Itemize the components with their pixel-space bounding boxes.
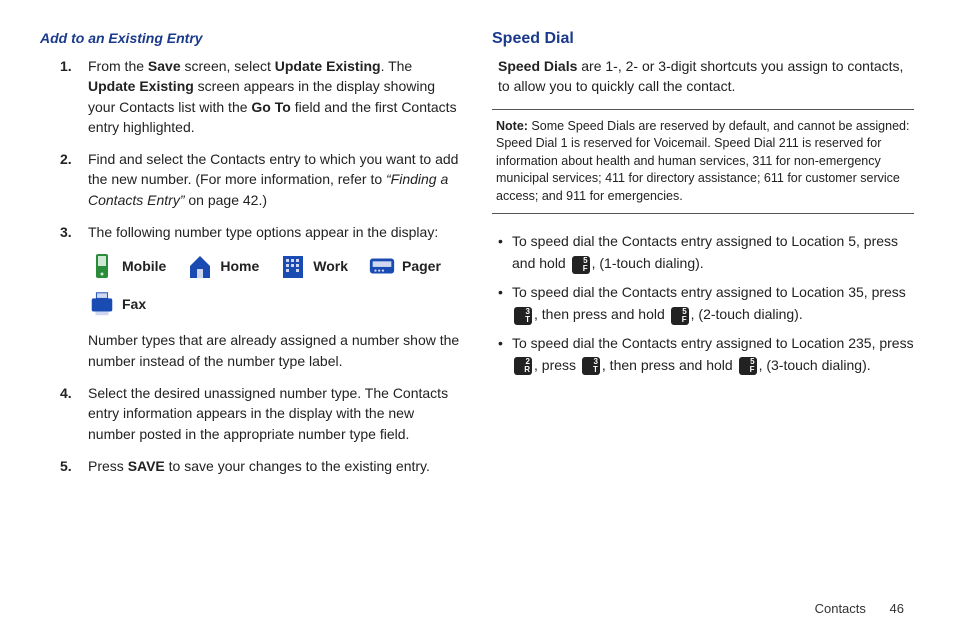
step-number: 3. [60, 222, 72, 242]
mobile-icon [88, 252, 116, 280]
phone-key-icon [514, 307, 532, 325]
footer-page-number: 46 [890, 601, 904, 616]
footer-section: Contacts [815, 601, 866, 616]
step-number: 5. [60, 456, 72, 476]
pager-icon [368, 252, 396, 280]
phone-key-icon [572, 256, 590, 274]
icon-label: Home [220, 256, 259, 276]
bullet-item: To speed dial the Contacts entry assigne… [498, 332, 914, 377]
step-number: 2. [60, 149, 72, 169]
icon-label: Mobile [122, 256, 166, 276]
speed-dial-bullets: To speed dial the Contacts entry assigne… [492, 230, 914, 376]
step-item: 2. Find and select the Contacts entry to … [60, 149, 462, 210]
icon-item: Home [186, 252, 259, 280]
step-text: The following number type options appear… [88, 224, 438, 240]
step-item: 1. From the Save screen, select Update Ex… [60, 56, 462, 137]
icon-label: Work [313, 256, 348, 276]
step-text: Press SAVE to save your changes to the e… [88, 458, 430, 474]
step-number: 4. [60, 383, 72, 403]
icon-label: Fax [122, 294, 146, 314]
note-text: Some Speed Dials are reserved by default… [496, 119, 909, 203]
step-item: 3. The following number type options appe… [60, 222, 462, 371]
number-type-icons: Mobile Home Work Pager Fax [88, 252, 462, 318]
speed-dial-intro: Speed Dials are 1-, 2- or 3-digit shortc… [492, 56, 914, 97]
icon-item: Pager [368, 252, 441, 280]
step-number: 1. [60, 56, 72, 76]
page-columns: Add to an Existing Entry 1. From the Save… [40, 30, 914, 591]
work-icon [279, 252, 307, 280]
right-column: Speed Dial Speed Dials are 1-, 2- or 3-d… [492, 30, 914, 591]
page-footer: Contacts 46 [40, 591, 914, 616]
phone-key-icon [671, 307, 689, 325]
right-heading: Speed Dial [492, 30, 914, 48]
step-text: From the Save screen, select Update Exis… [88, 58, 457, 135]
step-text: Find and select the Contacts entry to wh… [88, 151, 458, 208]
phone-key-icon [739, 357, 757, 375]
icon-item: Work [279, 252, 348, 280]
left-column: Add to an Existing Entry 1. From the Save… [40, 30, 462, 591]
note-box: Note: Some Speed Dials are reserved by d… [492, 109, 914, 215]
icon-item: Fax [88, 290, 146, 318]
step-item: 5. Press SAVE to save your changes to the… [60, 456, 462, 476]
home-icon [186, 252, 214, 280]
fax-icon [88, 290, 116, 318]
steps-list: 1. From the Save screen, select Update Ex… [40, 56, 462, 476]
step-after-text: Number types that are already assigned a… [88, 330, 462, 371]
phone-key-icon [514, 357, 532, 375]
step-item: 4. Select the desired unassigned number t… [60, 383, 462, 444]
left-heading: Add to an Existing Entry [40, 30, 462, 46]
step-text: Select the desired unassigned number typ… [88, 385, 448, 442]
icon-item: Mobile [88, 252, 166, 280]
phone-key-icon [582, 357, 600, 375]
note-label: Note: [496, 119, 528, 133]
bullet-item: To speed dial the Contacts entry assigne… [498, 230, 914, 275]
icon-label: Pager [402, 256, 441, 276]
bullet-item: To speed dial the Contacts entry assigne… [498, 281, 914, 326]
